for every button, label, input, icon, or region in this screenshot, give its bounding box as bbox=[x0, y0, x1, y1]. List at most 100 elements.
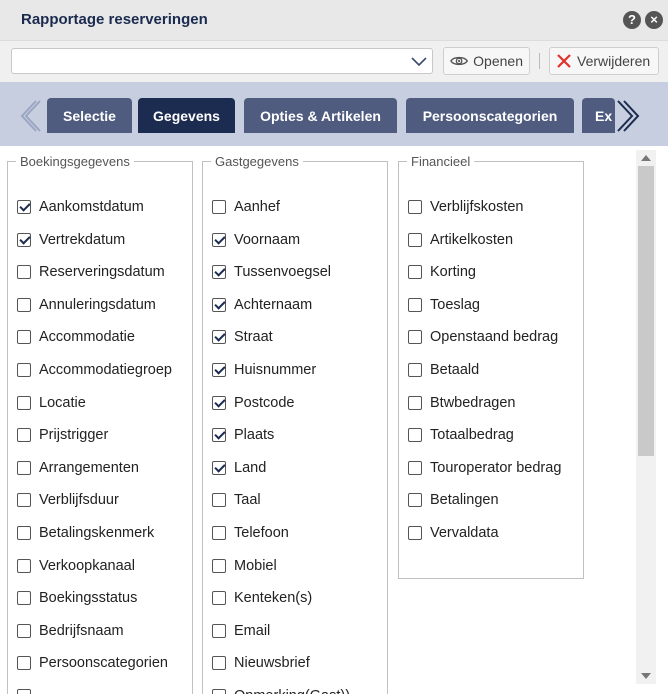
checkbox-item[interactable]: Opmerking(Gast)) bbox=[212, 686, 350, 694]
checkbox-unchecked[interactable] bbox=[17, 363, 31, 377]
checkbox-item[interactable]: Vertrekdatum bbox=[17, 230, 125, 250]
checkbox-item[interactable]: Verkoopkanaal bbox=[17, 556, 135, 576]
checkbox-item[interactable]: Kenteken(s) bbox=[212, 588, 312, 608]
checkbox-checked[interactable] bbox=[212, 330, 226, 345]
checkbox-item[interactable]: Annuleringsdatum bbox=[17, 295, 156, 315]
scroll-down-arrow[interactable] bbox=[641, 673, 651, 679]
checkbox-checked[interactable] bbox=[17, 232, 31, 247]
checkbox-item[interactable]: Nieuwsbrief bbox=[212, 653, 310, 673]
checkbox-item[interactable]: Mobiel bbox=[212, 556, 277, 576]
checkbox-item[interactable]: Bedrijfsnaam bbox=[17, 621, 124, 641]
checkbox-unchecked[interactable] bbox=[17, 330, 31, 345]
checkbox-unchecked[interactable] bbox=[17, 656, 31, 671]
checkbox-unchecked[interactable] bbox=[408, 493, 422, 508]
checkbox-unchecked[interactable] bbox=[17, 526, 31, 540]
checkbox-item[interactable]: Postcode bbox=[212, 393, 294, 413]
tab-opties-artikelen[interactable]: Opties & Artikelen bbox=[244, 98, 397, 133]
checkbox-item[interactable]: Touroperator bedrag bbox=[408, 458, 561, 478]
checkbox-item[interactable]: Reserveringsdatum bbox=[17, 262, 165, 282]
checkbox-unchecked[interactable] bbox=[408, 526, 422, 540]
checkbox-item[interactable]: Aankomstdatum bbox=[17, 197, 144, 217]
checkbox-item[interactable]: Achternaam bbox=[212, 295, 312, 315]
checkbox-item[interactable]: Prijstrigger bbox=[17, 425, 108, 445]
checkbox-item[interactable]: Btwbedragen bbox=[408, 393, 515, 413]
checkbox-item[interactable]: Vervaldata bbox=[408, 523, 499, 543]
checkbox-unchecked[interactable] bbox=[212, 526, 226, 540]
checkbox-checked[interactable] bbox=[212, 428, 226, 443]
checkbox-unchecked[interactable] bbox=[212, 689, 226, 694]
checkbox-item[interactable]: Accommodatie bbox=[17, 327, 135, 347]
checkbox-item[interactable]: Aanhef bbox=[212, 197, 280, 217]
checkbox-unchecked[interactable] bbox=[17, 689, 31, 694]
checkbox-checked[interactable] bbox=[212, 460, 226, 475]
checkbox-item[interactable]: Boekingsstatus bbox=[17, 588, 137, 608]
chevron-left-icon[interactable] bbox=[18, 99, 42, 133]
checkbox-item[interactable]: Persoonscategorien bbox=[17, 653, 168, 673]
checkbox-checked[interactable] bbox=[212, 232, 226, 247]
checkbox-unchecked[interactable] bbox=[212, 623, 226, 638]
checkbox-item[interactable]: Verblijfsduur bbox=[17, 490, 119, 510]
checkbox-unchecked[interactable] bbox=[212, 656, 226, 671]
checkbox-unchecked[interactable] bbox=[17, 493, 31, 508]
scroll-thumb[interactable] bbox=[638, 166, 654, 456]
checkbox-item[interactable]: Betaald bbox=[408, 360, 479, 380]
checkbox-unchecked[interactable] bbox=[408, 265, 422, 280]
checkbox-checked[interactable] bbox=[212, 395, 226, 410]
checkbox-item[interactable] bbox=[17, 686, 39, 694]
checkbox-item[interactable]: Land bbox=[212, 458, 266, 478]
checkbox-item[interactable]: Taal bbox=[212, 490, 261, 510]
report-select[interactable] bbox=[11, 48, 433, 74]
checkbox-unchecked[interactable] bbox=[212, 591, 226, 606]
checkbox-unchecked[interactable] bbox=[17, 395, 31, 410]
help-icon[interactable]: ? bbox=[623, 11, 641, 29]
scroll-up-arrow[interactable] bbox=[641, 155, 651, 161]
checkbox-checked[interactable] bbox=[17, 200, 31, 214]
checkbox-item[interactable]: Straat bbox=[212, 327, 273, 347]
checkbox-item[interactable]: Arrangementen bbox=[17, 458, 139, 478]
close-icon[interactable]: × bbox=[645, 11, 663, 29]
checkbox-unchecked[interactable] bbox=[408, 330, 422, 345]
delete-button[interactable]: Verwijderen bbox=[549, 47, 659, 75]
checkbox-item[interactable]: Openstaand bedrag bbox=[408, 327, 558, 347]
checkbox-checked[interactable] bbox=[212, 265, 226, 280]
checkbox-item[interactable]: Accommodatiegroep bbox=[17, 360, 172, 380]
checkbox-item[interactable]: Telefoon bbox=[212, 523, 289, 543]
checkbox-item[interactable]: Verblijfskosten bbox=[408, 197, 524, 217]
checkbox-item[interactable]: Plaats bbox=[212, 425, 274, 445]
chevron-right-icon[interactable] bbox=[616, 99, 640, 133]
open-button[interactable]: Openen bbox=[443, 47, 530, 75]
checkbox-unchecked[interactable] bbox=[17, 460, 31, 475]
checkbox-unchecked[interactable] bbox=[212, 493, 226, 508]
checkbox-checked[interactable] bbox=[212, 363, 226, 377]
checkbox-unchecked[interactable] bbox=[408, 395, 422, 410]
checkbox-item[interactable]: Locatie bbox=[17, 393, 86, 413]
checkbox-item[interactable]: Betalingskenmerk bbox=[17, 523, 154, 543]
checkbox-unchecked[interactable] bbox=[408, 363, 422, 377]
checkbox-item[interactable]: Toeslag bbox=[408, 295, 480, 315]
checkbox-item[interactable]: Totaalbedrag bbox=[408, 425, 514, 445]
tab-gegevens[interactable]: Gegevens bbox=[138, 98, 235, 133]
checkbox-unchecked[interactable] bbox=[17, 558, 31, 573]
checkbox-item[interactable]: Email bbox=[212, 621, 270, 641]
checkbox-unchecked[interactable] bbox=[17, 297, 31, 312]
checkbox-unchecked[interactable] bbox=[408, 428, 422, 443]
checkbox-unchecked[interactable] bbox=[212, 200, 226, 214]
checkbox-unchecked[interactable] bbox=[17, 428, 31, 443]
tab-ex[interactable]: Ex bbox=[582, 98, 615, 133]
checkbox-checked[interactable] bbox=[212, 297, 226, 312]
checkbox-item[interactable]: Voornaam bbox=[212, 230, 300, 250]
checkbox-unchecked[interactable] bbox=[408, 200, 422, 214]
checkbox-item[interactable]: Tussenvoegsel bbox=[212, 262, 331, 282]
checkbox-unchecked[interactable] bbox=[408, 460, 422, 475]
checkbox-unchecked[interactable] bbox=[17, 265, 31, 280]
checkbox-unchecked[interactable] bbox=[408, 232, 422, 247]
checkbox-item[interactable]: Korting bbox=[408, 262, 476, 282]
checkbox-item[interactable]: Artikelkosten bbox=[408, 230, 513, 250]
vertical-scrollbar[interactable] bbox=[636, 150, 656, 684]
tab-selectie[interactable]: Selectie bbox=[47, 98, 132, 133]
checkbox-unchecked[interactable] bbox=[408, 297, 422, 312]
checkbox-item[interactable]: Huisnummer bbox=[212, 360, 316, 380]
checkbox-item[interactable]: Betalingen bbox=[408, 490, 499, 510]
checkbox-unchecked[interactable] bbox=[17, 591, 31, 606]
tab-persoonscategorien[interactable]: Persoonscategorien bbox=[406, 98, 574, 133]
